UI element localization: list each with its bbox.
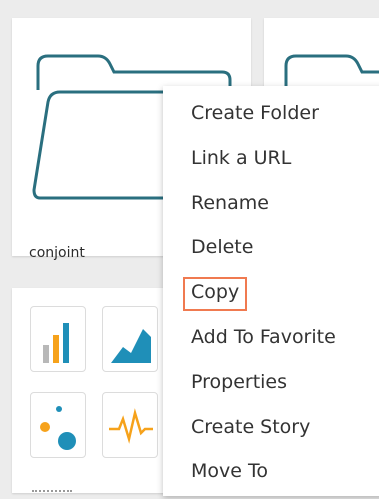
folder-name: conjoint bbox=[29, 245, 85, 261]
menu-item-delete[interactable]: Delete bbox=[191, 232, 253, 262]
menu-item-create-story[interactable]: Create Story bbox=[191, 412, 310, 442]
bar-chart-tile bbox=[30, 306, 86, 372]
pulse-chart-icon bbox=[109, 408, 153, 444]
menu-item-add-to-favorite[interactable]: Add To Favorite bbox=[191, 322, 336, 352]
menu-item-move-to[interactable]: Move To bbox=[191, 456, 268, 486]
card-label-placeholder bbox=[32, 490, 72, 494]
bar-chart-icon bbox=[43, 323, 69, 363]
bubble-chart-icon bbox=[40, 406, 76, 450]
bubble-chart-tile bbox=[30, 392, 86, 458]
menu-item-copy[interactable]: Copy bbox=[183, 277, 248, 311]
menu-item-link-url[interactable]: Link a URL bbox=[191, 143, 291, 173]
area-chart-icon bbox=[111, 329, 151, 363]
context-menu: Create Folder Link a URL Rename Delete C… bbox=[163, 86, 379, 496]
pulse-chart-tile bbox=[102, 392, 158, 458]
menu-item-create-folder[interactable]: Create Folder bbox=[191, 98, 319, 128]
area-chart-tile bbox=[102, 306, 158, 372]
menu-item-properties[interactable]: Properties bbox=[191, 367, 287, 397]
menu-item-rename[interactable]: Rename bbox=[191, 188, 269, 218]
